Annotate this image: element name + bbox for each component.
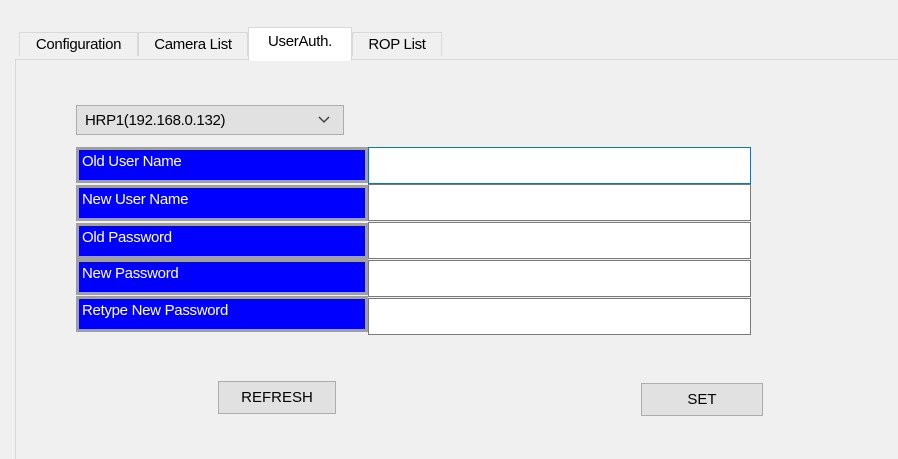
tab-userauth[interactable]: UserAuth. — [248, 27, 352, 61]
new-password-input[interactable] — [368, 260, 751, 297]
retype-new-password-input[interactable] — [368, 298, 751, 335]
label-old-password: Old Password — [76, 223, 368, 259]
label-old-user-name: Old User Name — [76, 147, 368, 183]
refresh-button[interactable]: REFRESH — [218, 381, 336, 414]
tab-rop-list[interactable]: ROP List — [352, 32, 442, 56]
label-new-password: New Password — [76, 259, 368, 295]
new-user-name-input[interactable] — [368, 184, 751, 221]
device-select-value: HRP1(192.168.0.132) — [85, 111, 226, 129]
tab-strip: Configuration Camera List UserAuth. ROP … — [0, 0, 898, 62]
device-select[interactable]: HRP1(192.168.0.132) — [76, 105, 344, 135]
old-user-name-input[interactable] — [368, 147, 751, 184]
chevron-down-icon — [318, 116, 330, 123]
label-new-user-name: New User Name — [76, 185, 368, 221]
label-retype-new-password: Retype New Password — [76, 296, 368, 332]
set-button[interactable]: SET — [641, 383, 763, 416]
old-password-input[interactable] — [368, 222, 751, 259]
tab-configuration[interactable]: Configuration — [19, 32, 138, 56]
tab-camera-list[interactable]: Camera List — [138, 32, 248, 56]
